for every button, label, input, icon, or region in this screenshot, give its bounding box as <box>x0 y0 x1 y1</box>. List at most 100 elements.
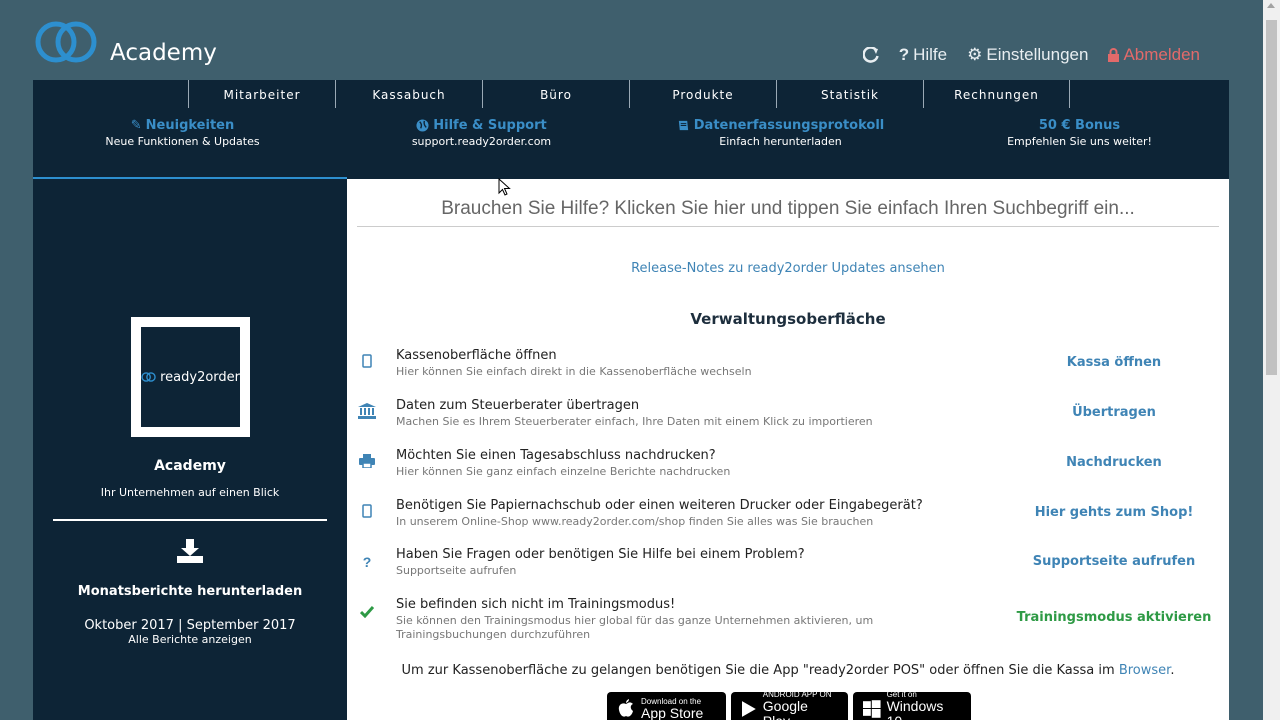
tablet-icon <box>357 352 377 370</box>
row-subtitle: Supportseite aufrufen <box>396 564 517 577</box>
company-logo: ready2order <box>131 317 250 437</box>
training-mode-button[interactable]: Trainingsmodus aktivieren <box>999 610 1229 625</box>
top-panel: Mitarbeiter Kassabuch Büro Produkte Stat… <box>33 80 1229 179</box>
tab-produkte[interactable]: Produkte <box>629 80 776 108</box>
globe-icon <box>416 119 429 132</box>
company-name: Academy <box>154 458 226 474</box>
release-notes-link[interactable]: Release-Notes zu ready2order Updates ans… <box>347 261 1229 276</box>
monthly-report-links[interactable]: Oktober 2017 | September 2017 <box>33 618 347 633</box>
logout-label: Abmelden <box>1123 45 1200 64</box>
row-subtitle: Hier können Sie einfach direkt in die Ka… <box>396 365 752 378</box>
settings-button[interactable]: ⚙ Einstellungen <box>967 45 1088 65</box>
badge-big: App Store <box>641 705 704 720</box>
row-title: Daten zum Steuerberater übertragen <box>396 398 640 413</box>
windows-icon <box>863 700 881 718</box>
row-title: Benötigen Sie Papiernachschub oder einen… <box>396 498 923 513</box>
feature-protocol-sub: Einfach herunterladen <box>719 135 842 148</box>
tab-bar: Mitarbeiter Kassabuch Büro Produkte Stat… <box>188 80 1070 108</box>
section-title: Verwaltungsoberfläche <box>690 310 886 328</box>
apple-icon <box>618 699 633 717</box>
settings-label: Einstellungen <box>986 45 1089 64</box>
feature-bar: ✎ Neuigkeiten Neue Funktionen & Updates H… <box>33 118 1229 148</box>
brand-title: Academy <box>110 40 217 66</box>
book-icon <box>678 120 688 131</box>
row-subtitle: In unserem Online-Shop www.ready2order.c… <box>396 515 874 528</box>
scrollbar-thumb[interactable] <box>1266 20 1277 375</box>
row-subtitle: Machen Sie es Ihrem Steuerberater einfac… <box>396 415 873 428</box>
gears-icon: ⚙ <box>967 45 983 64</box>
feature-bonus-title: 50 € Bonus <box>1038 118 1121 133</box>
question-icon: ? <box>898 45 910 64</box>
transfer-button[interactable]: Übertragen <box>1009 405 1219 420</box>
tab-statistik[interactable]: Statistik <box>776 80 923 108</box>
help-label: Hilfe <box>913 45 948 64</box>
store-badges: Download on the App Store ANDROID APP ON G… <box>607 690 971 720</box>
logo-icon[interactable] <box>34 18 98 66</box>
feature-bonus-sub: Empfehlen Sie uns weiter! <box>1007 135 1152 148</box>
list-item: Daten zum Steuerberater übertragen Mache… <box>347 398 1229 438</box>
help-search-input[interactable] <box>357 191 1219 227</box>
feature-support-title: Hilfe & Support <box>433 118 547 133</box>
logout-button[interactable]: Abmelden <box>1108 45 1200 65</box>
reprint-button[interactable]: Nachdrucken <box>1009 455 1219 470</box>
tab-kassabuch[interactable]: Kassabuch <box>335 80 482 108</box>
tablet-icon <box>357 502 377 520</box>
feature-protocol[interactable]: Datenerfassungsprotokoll Einfach herunte… <box>631 118 930 148</box>
list-item: ? Haben Sie Fragen oder benötigen Sie Hi… <box>347 547 1229 587</box>
tab-mitarbeiter[interactable]: Mitarbeiter <box>188 80 335 108</box>
sidebar: ready2order Academy Ihr Unternehmen auf … <box>33 179 347 720</box>
google-play-badge[interactable]: ANDROID APP ONGoogle Play <box>731 690 848 720</box>
logo-icon <box>141 372 156 382</box>
open-register-button[interactable]: Kassa öffnen <box>1009 355 1219 370</box>
windows-badge[interactable]: Get it onWindows 10 <box>853 690 971 720</box>
lock-icon <box>1108 48 1120 62</box>
row-title: Kassenoberfläche öffnen <box>396 348 557 363</box>
check-icon <box>357 603 377 621</box>
all-reports-link[interactable]: Alle Berichte anzeigen <box>33 633 347 646</box>
top-nav: ? Hilfe ⚙ Einstellungen Abmelden <box>862 45 1200 65</box>
wand-icon: ✎ <box>130 118 142 133</box>
list-item: Sie befinden sich nicht im Trainingsmodu… <box>347 597 1229 645</box>
row-title: Sie befinden sich nicht im Trainingsmodu… <box>396 597 676 612</box>
tab-buero[interactable]: Büro <box>482 80 629 108</box>
pos-app-note: Um zur Kassenoberfläche zu gelangen benö… <box>401 663 1175 678</box>
list-item: Benötigen Sie Papiernachschub oder einen… <box>347 498 1229 538</box>
feature-news[interactable]: ✎ Neuigkeiten Neue Funktionen & Updates <box>33 118 332 148</box>
row-subtitle: Sie können den Trainingsmodus hier globa… <box>396 614 874 641</box>
support-page-button[interactable]: Supportseite aufrufen <box>1009 554 1219 569</box>
feature-protocol-title: Datenerfassungsprotokoll <box>693 118 885 133</box>
question-icon: ? <box>362 554 372 570</box>
download-icon[interactable] <box>175 539 205 563</box>
scroll-up-icon[interactable] <box>1267 3 1275 8</box>
list-item: Kassenoberfläche öffnen Hier können Sie … <box>347 348 1229 388</box>
monthly-reports-title: Monatsberichte herunterladen <box>77 584 303 599</box>
logo-text: ready2order <box>160 369 240 385</box>
badge-big: Windows 10 <box>886 697 944 720</box>
row-subtitle: Hier können Sie ganz einfach einzelne Be… <box>396 465 731 478</box>
row-title: Haben Sie Fragen oder benötigen Sie Hilf… <box>396 547 805 562</box>
refresh-button[interactable] <box>862 47 879 63</box>
main-content: Release-Notes zu ready2order Updates ans… <box>347 179 1229 720</box>
pos-app-text: Um zur Kassenoberfläche zu gelangen benö… <box>401 663 1115 678</box>
feature-news-title: Neuigkeiten <box>145 118 235 133</box>
browser-link[interactable]: Browser <box>1119 663 1171 678</box>
company-subtitle: Ihr Unternehmen auf einen Blick <box>100 486 280 499</box>
play-icon <box>741 701 756 717</box>
feature-support[interactable]: Hilfe & Support support.ready2order.com <box>332 118 631 148</box>
shop-button[interactable]: Hier gehts zum Shop! <box>1009 505 1219 520</box>
tab-rechnungen[interactable]: Rechnungen <box>923 80 1070 108</box>
list-item: Möchten Sie einen Tagesabschluss nachdru… <box>347 448 1229 488</box>
refresh-icon <box>862 47 879 63</box>
feature-support-sub: support.ready2order.com <box>411 135 552 148</box>
app-store-badge[interactable]: Download on the App Store <box>607 692 726 720</box>
row-title: Möchten Sie einen Tagesabschluss nachdru… <box>396 448 716 463</box>
mouse-cursor-icon <box>498 178 511 196</box>
divider <box>53 519 327 521</box>
scrollbar[interactable] <box>1263 0 1280 720</box>
badge-big: Google Play <box>762 697 808 720</box>
feature-news-sub: Neue Funktionen & Updates <box>105 135 260 148</box>
bank-icon <box>357 402 377 420</box>
printer-icon <box>357 452 377 470</box>
feature-bonus[interactable]: 50 € Bonus Empfehlen Sie uns weiter! <box>930 118 1229 148</box>
help-button[interactable]: ? Hilfe <box>899 45 947 65</box>
